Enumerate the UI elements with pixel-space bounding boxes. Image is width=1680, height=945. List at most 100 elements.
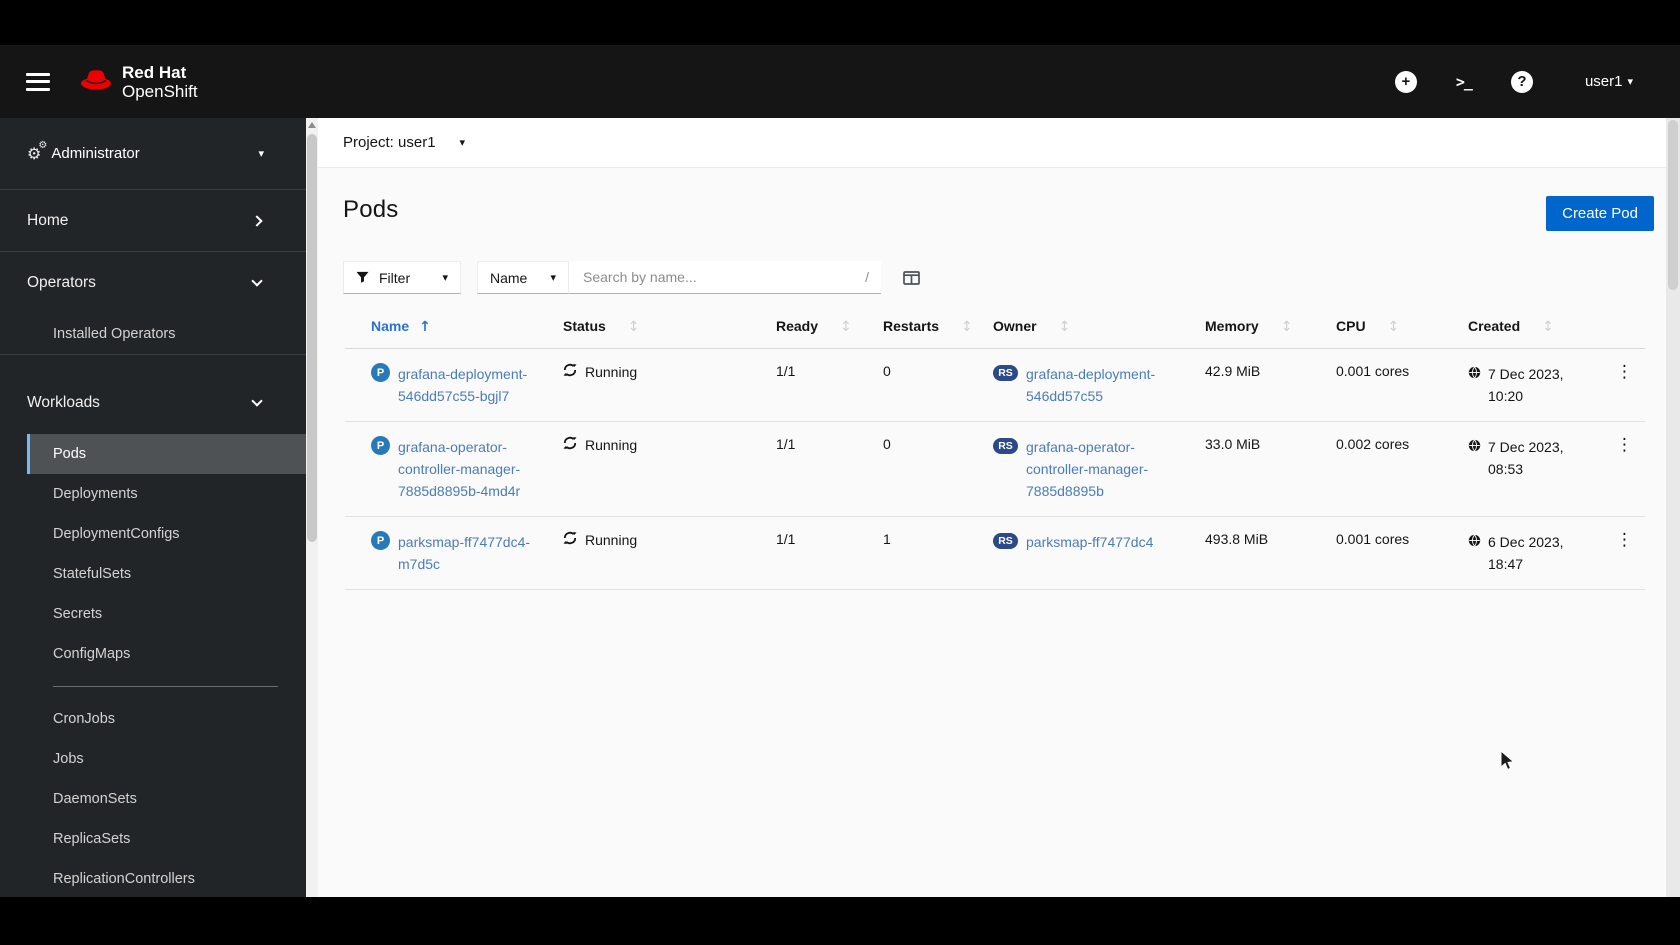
- owner-link[interactable]: parksmap-ff7477dc4: [1026, 531, 1153, 553]
- masthead-toolbar: + >_ ? user1 ▾: [1394, 45, 1633, 118]
- ready-cell: 1/1: [776, 421, 883, 517]
- sort-icon: ↕: [627, 319, 640, 335]
- terminal-icon[interactable]: >_: [1451, 71, 1477, 93]
- globe-icon: [1468, 366, 1481, 407]
- sidebar-item-installed-operators[interactable]: Installed Operators: [27, 314, 306, 354]
- owner-link[interactable]: grafana-operator-controller-manager-7885…: [1026, 436, 1191, 502]
- sidebar-item-jobs[interactable]: Jobs: [27, 739, 306, 779]
- pod-badge: P: [371, 363, 390, 382]
- sidebar-sub-divider: [53, 686, 278, 687]
- sidebar-item-cronjobs[interactable]: CronJobs: [27, 699, 306, 739]
- column-header-actions: [1610, 318, 1645, 349]
- chevron-down-icon: ▾: [258, 147, 264, 160]
- sidebar-item-configmaps[interactable]: ConfigMaps: [27, 634, 306, 674]
- restarts-cell: 0: [883, 421, 993, 517]
- create-pod-button[interactable]: Create Pod: [1546, 196, 1654, 231]
- sidebar-item-replicasets[interactable]: ReplicaSets: [27, 819, 306, 859]
- sidebar-item-replicationcontrollers[interactable]: ReplicationControllers: [27, 859, 306, 899]
- filter-icon: [356, 271, 369, 284]
- chevron-down-icon: ▾: [442, 271, 448, 284]
- kebab-menu-icon[interactable]: ⋮: [1610, 531, 1639, 549]
- column-header-status[interactable]: Status ↕: [563, 318, 776, 349]
- sidebar-item-daemonsets[interactable]: DaemonSets: [27, 779, 306, 819]
- status-text: Running: [585, 363, 638, 380]
- nav-toggle-icon[interactable]: [26, 72, 50, 91]
- sidebar-item-home[interactable]: Home: [0, 190, 306, 252]
- pod-link[interactable]: grafana-operator-controller-manager-7885…: [398, 436, 550, 502]
- search-input[interactable]: [569, 261, 881, 294]
- sidebar-nav: ⚙ ⚙ Administrator ▾ Home Operators Instal…: [0, 118, 306, 897]
- table-header-row: Name ↑ Status ↕ Ready ↕ Restarts ↕ Owner ↕ Me…: [345, 318, 1645, 349]
- kebab-menu-icon[interactable]: ⋮: [1610, 363, 1639, 381]
- column-header-owner[interactable]: Owner ↕: [993, 318, 1205, 349]
- filter-toolbar: Filter ▾ Name ▾ /: [343, 261, 1666, 294]
- created-cell: 7 Dec 2023, 08:53: [1488, 439, 1564, 477]
- add-icon[interactable]: +: [1394, 70, 1417, 93]
- sidebar-item-statefulsets[interactable]: StatefulSets: [27, 554, 306, 594]
- gears-icon: ⚙ ⚙: [27, 140, 48, 163]
- sidebar-item-workloads[interactable]: Workloads: [0, 372, 306, 434]
- sidebar-item-pods[interactable]: Pods: [27, 434, 306, 474]
- column-header-ready[interactable]: Ready ↕: [776, 318, 883, 349]
- nav-group-label: Workloads: [27, 394, 100, 411]
- main-content: Project: user1 ▾ Pods Create Pod Filter …: [318, 118, 1666, 897]
- sidebar-item-deploymentconfigs[interactable]: DeploymentConfigs: [27, 514, 306, 554]
- kebab-menu-icon[interactable]: ⋮: [1610, 436, 1639, 454]
- column-header-cpu[interactable]: CPU ↕: [1336, 318, 1468, 349]
- chevron-down-icon: ▾: [1627, 75, 1633, 88]
- perspective-switcher[interactable]: ⚙ ⚙ Administrator ▾: [0, 118, 306, 190]
- sidebar-item-operators[interactable]: Operators: [0, 252, 306, 314]
- sort-icon: ↕: [1387, 319, 1400, 335]
- chevron-down-icon: [251, 395, 263, 407]
- column-header-created[interactable]: Created ↕: [1468, 318, 1610, 349]
- replicaset-badge: RS: [993, 438, 1018, 454]
- manage-columns-icon[interactable]: [903, 270, 920, 286]
- filter-dropdown[interactable]: Filter ▾: [343, 261, 461, 294]
- ready-cell: 1/1: [776, 348, 883, 422]
- search-box: /: [569, 261, 881, 294]
- brand-logo: Red Hat OpenShift: [78, 63, 198, 101]
- column-header-memory[interactable]: Memory ↕: [1205, 318, 1336, 349]
- scrollbar-thumb[interactable]: [307, 134, 317, 542]
- sync-running-icon: [563, 436, 577, 453]
- column-header-restarts[interactable]: Restarts ↕: [883, 318, 993, 349]
- pod-link[interactable]: parksmap-ff7477dc4-m7d5c: [398, 531, 550, 575]
- table-row: P parksmap-ff7477dc4-m7d5c Running 1/1 1…: [345, 516, 1645, 590]
- user-menu[interactable]: user1 ▾: [1585, 73, 1633, 90]
- pod-badge: P: [371, 436, 390, 455]
- sort-icon: ↕: [1058, 319, 1071, 335]
- table-row: P grafana-operator-controller-manager-78…: [345, 421, 1645, 517]
- chevron-right-icon: [251, 214, 263, 227]
- scrollbar-thumb[interactable]: [1668, 120, 1678, 290]
- chevron-down-icon: ▾: [459, 136, 466, 149]
- sidebar-scrollbar[interactable]: [306, 118, 318, 897]
- page-scrollbar[interactable]: [1666, 118, 1680, 897]
- search-type-select[interactable]: Name ▾: [477, 261, 569, 294]
- redhat-fedora-icon: [78, 66, 114, 97]
- brand-line2: OpenShift: [122, 81, 198, 101]
- globe-icon: [1468, 534, 1481, 575]
- scroll-up-icon[interactable]: [308, 122, 316, 128]
- sort-ascending-icon: ↑: [419, 319, 431, 335]
- ready-cell: 1/1: [776, 516, 883, 590]
- sidebar-item-deployments[interactable]: Deployments: [27, 474, 306, 514]
- pod-badge: P: [371, 531, 390, 550]
- sidebar-item-secrets[interactable]: Secrets: [27, 594, 306, 634]
- owner-link[interactable]: grafana-deployment-546dd57c55: [1026, 363, 1191, 407]
- pod-link[interactable]: grafana-deployment-546dd57c55-bgjl7: [398, 363, 550, 407]
- sync-running-icon: [563, 363, 577, 380]
- column-header-name[interactable]: Name ↑: [345, 318, 563, 349]
- mouse-cursor: [1500, 749, 1516, 776]
- project-selector[interactable]: Project: user1 ▾: [343, 134, 465, 151]
- nav-group-label: Home: [27, 211, 69, 229]
- brand-line1: Red Hat: [122, 62, 187, 82]
- cpu-cell: 0.001 cores: [1336, 516, 1468, 590]
- search-shortcut-hint: /: [865, 269, 869, 285]
- globe-icon: [1468, 439, 1481, 480]
- sort-icon: ↕: [1280, 319, 1293, 335]
- restarts-cell: 0: [883, 348, 993, 422]
- project-bar: Project: user1 ▾: [318, 118, 1666, 168]
- help-icon[interactable]: ?: [1510, 70, 1533, 93]
- sort-icon: ↕: [1542, 319, 1554, 335]
- memory-cell: 42.9 MiB: [1205, 348, 1336, 422]
